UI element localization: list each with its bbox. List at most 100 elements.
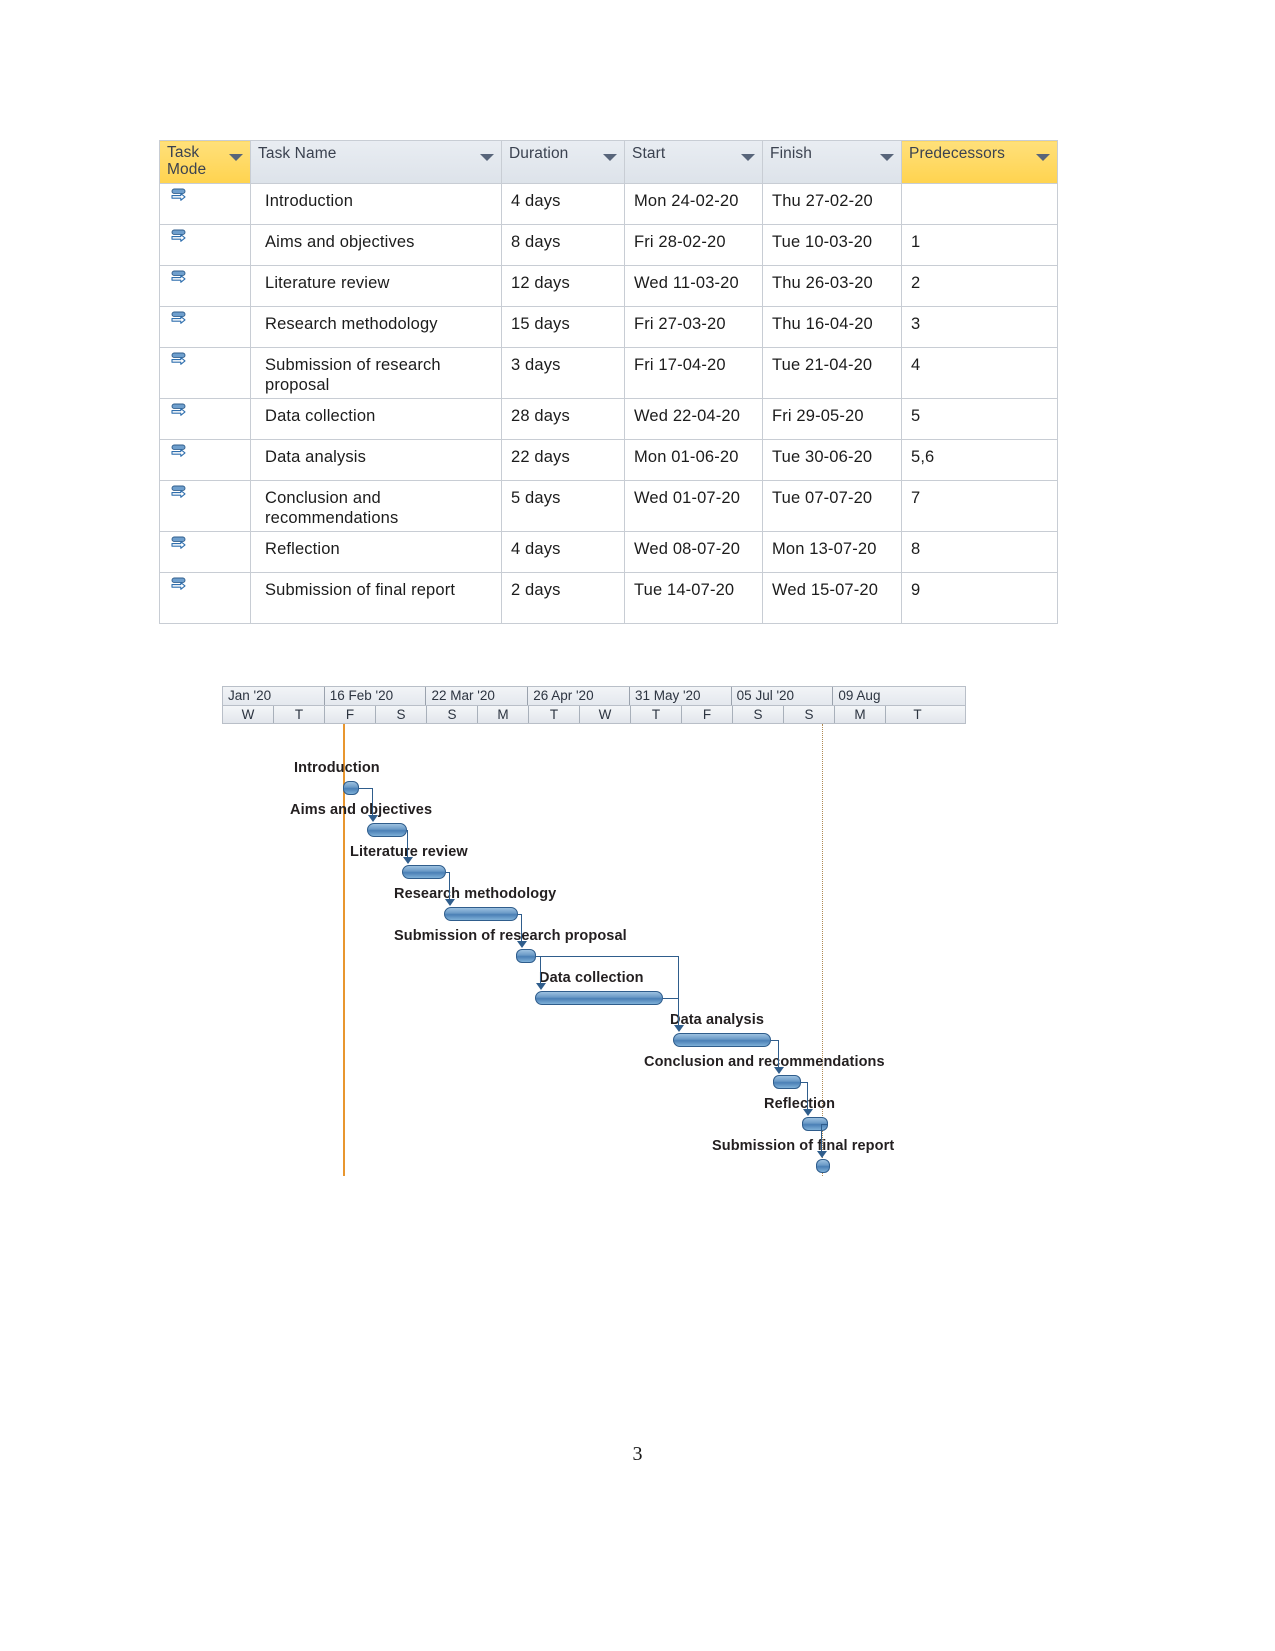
cell-start[interactable]: Mon 24-02-20 <box>624 183 763 225</box>
cell-task-name[interactable]: Submission of final report <box>250 572 502 624</box>
cell-duration[interactable]: 28 days <box>501 398 625 440</box>
gantt-bar[interactable] <box>402 865 446 879</box>
cell-finish[interactable]: Thu 26-03-20 <box>762 265 902 307</box>
table-row[interactable]: Research methodology 15 days Fri 27-03-20 T… <box>159 306 1058 348</box>
cell-finish[interactable]: Tue 21-04-20 <box>762 347 902 399</box>
cell-predecessors[interactable]: 4 <box>901 347 1058 399</box>
cell-start[interactable]: Mon 01-06-20 <box>624 439 763 481</box>
cell-start[interactable]: Fri 17-04-20 <box>624 347 763 399</box>
cell-duration-text: 4 days <box>511 192 561 210</box>
cell-task-name[interactable]: Submission of research proposal <box>250 347 502 399</box>
cell-finish[interactable]: Fri 29-05-20 <box>762 398 902 440</box>
column-header-duration[interactable]: Duration <box>501 140 625 184</box>
cell-start[interactable]: Fri 28-02-20 <box>624 224 763 266</box>
gantt-dependency-link <box>778 1040 780 1067</box>
filter-dropdown-icon[interactable] <box>603 154 617 161</box>
cell-duration[interactable]: 4 days <box>501 183 625 225</box>
cell-finish-text: Tue 10-03-20 <box>772 233 873 251</box>
cell-predecessors[interactable]: 3 <box>901 306 1058 348</box>
cell-task-name[interactable]: Literature review <box>250 265 502 307</box>
cell-predecessors[interactable] <box>901 183 1058 225</box>
cell-task-mode[interactable] <box>159 572 251 624</box>
cell-predecessors[interactable]: 5 <box>901 398 1058 440</box>
cell-task-mode[interactable] <box>159 398 251 440</box>
cell-task-name[interactable]: Aims and objectives <box>250 224 502 266</box>
table-row[interactable]: Reflection 4 days Wed 08-07-20 Mon 13-07-20… <box>159 531 1058 573</box>
gantt-bar[interactable] <box>535 991 663 1005</box>
column-header-task-name[interactable]: Task Name <box>250 140 502 184</box>
column-header-task-mode[interactable]: Task Mode <box>159 140 251 184</box>
cell-predecessors[interactable]: 5,6 <box>901 439 1058 481</box>
cell-predecessors[interactable]: 9 <box>901 572 1058 624</box>
cell-predecessors[interactable]: 7 <box>901 480 1058 532</box>
timescale-day-cell: S <box>376 706 427 723</box>
cell-predecessors[interactable]: 1 <box>901 224 1058 266</box>
gantt-bar[interactable] <box>516 949 536 963</box>
filter-dropdown-icon[interactable] <box>480 154 494 161</box>
cell-duration[interactable]: 12 days <box>501 265 625 307</box>
gantt-bar[interactable] <box>773 1075 801 1089</box>
table-row[interactable]: Introduction 4 days Mon 24-02-20 Thu 27-02-… <box>159 183 1058 225</box>
table-row[interactable]: Aims and objectives 8 days Fri 28-02-20 Tue… <box>159 224 1058 266</box>
cell-task-name[interactable]: Data collection <box>250 398 502 440</box>
cell-start[interactable]: Fri 27-03-20 <box>624 306 763 348</box>
cell-start[interactable]: Wed 08-07-20 <box>624 531 763 573</box>
gantt-bar[interactable] <box>343 781 359 795</box>
column-header-finish[interactable]: Finish <box>762 140 902 184</box>
cell-task-mode[interactable] <box>159 224 251 266</box>
table-row[interactable]: Data analysis 22 days Mon 01-06-20 Tue 30-0… <box>159 439 1058 481</box>
cell-predecessors[interactable]: 8 <box>901 531 1058 573</box>
table-row[interactable]: Data collection 28 days Wed 22-04-20 Fri 29… <box>159 398 1058 440</box>
cell-task-mode[interactable] <box>159 439 251 481</box>
cell-finish[interactable]: Mon 13-07-20 <box>762 531 902 573</box>
cell-task-mode[interactable] <box>159 183 251 225</box>
gantt-bar[interactable] <box>367 823 407 837</box>
cell-task-mode[interactable] <box>159 265 251 307</box>
cell-task-mode[interactable] <box>159 531 251 573</box>
filter-dropdown-icon[interactable] <box>1036 154 1050 161</box>
cell-finish[interactable]: Thu 27-02-20 <box>762 183 902 225</box>
cell-task-mode[interactable] <box>159 347 251 399</box>
table-row[interactable]: Submission of final report 2 days Tue 14-0… <box>159 572 1058 624</box>
cell-task-name[interactable]: Conclusion and recommendations <box>250 480 502 532</box>
cell-duration[interactable]: 3 days <box>501 347 625 399</box>
gantt-bar[interactable] <box>444 907 518 921</box>
filter-dropdown-icon[interactable] <box>880 154 894 161</box>
cell-duration[interactable]: 22 days <box>501 439 625 481</box>
gantt-bar-label: Introduction <box>294 760 380 776</box>
cell-task-name[interactable]: Research methodology <box>250 306 502 348</box>
cell-start[interactable]: Tue 14-07-20 <box>624 572 763 624</box>
table-row[interactable]: Literature review 12 days Wed 11-03-20 Thu … <box>159 265 1058 307</box>
cell-finish[interactable]: Thu 16-04-20 <box>762 306 902 348</box>
gantt-bar[interactable] <box>816 1159 830 1173</box>
filter-dropdown-icon[interactable] <box>741 154 755 161</box>
filter-dropdown-icon[interactable] <box>229 154 243 161</box>
cell-finish[interactable]: Wed 15-07-20 <box>762 572 902 624</box>
table-row[interactable]: Submission of research proposal 3 days Fri… <box>159 347 1058 399</box>
cell-duration[interactable]: 15 days <box>501 306 625 348</box>
cell-finish[interactable]: Tue 10-03-20 <box>762 224 902 266</box>
column-header-predecessors-label: Predecessors <box>909 145 1005 162</box>
cell-finish[interactable]: Tue 07-07-20 <box>762 480 902 532</box>
cell-duration[interactable]: 2 days <box>501 572 625 624</box>
gantt-dependency-link <box>771 1040 778 1042</box>
cell-task-name[interactable]: Data analysis <box>250 439 502 481</box>
cell-finish[interactable]: Tue 30-06-20 <box>762 439 902 481</box>
cell-task-name[interactable]: Introduction <box>250 183 502 225</box>
cell-task-mode[interactable] <box>159 480 251 532</box>
cell-duration[interactable]: 8 days <box>501 224 625 266</box>
gantt-bar[interactable] <box>673 1033 771 1047</box>
cell-start[interactable]: Wed 11-03-20 <box>624 265 763 307</box>
table-row[interactable]: Conclusion and recommendations 5 days Wed … <box>159 480 1058 532</box>
cell-task-mode[interactable] <box>159 306 251 348</box>
cell-task-name[interactable]: Reflection <box>250 531 502 573</box>
gantt-dependency-link <box>449 872 451 899</box>
cell-duration[interactable]: 4 days <box>501 531 625 573</box>
cell-start[interactable]: Wed 01-07-20 <box>624 480 763 532</box>
column-header-predecessors[interactable]: Predecessors <box>901 140 1058 184</box>
cell-start[interactable]: Wed 22-04-20 <box>624 398 763 440</box>
cell-duration[interactable]: 5 days <box>501 480 625 532</box>
cell-predecessors[interactable]: 2 <box>901 265 1058 307</box>
cell-start-text: Mon 01-06-20 <box>634 448 739 466</box>
column-header-start[interactable]: Start <box>624 140 763 184</box>
